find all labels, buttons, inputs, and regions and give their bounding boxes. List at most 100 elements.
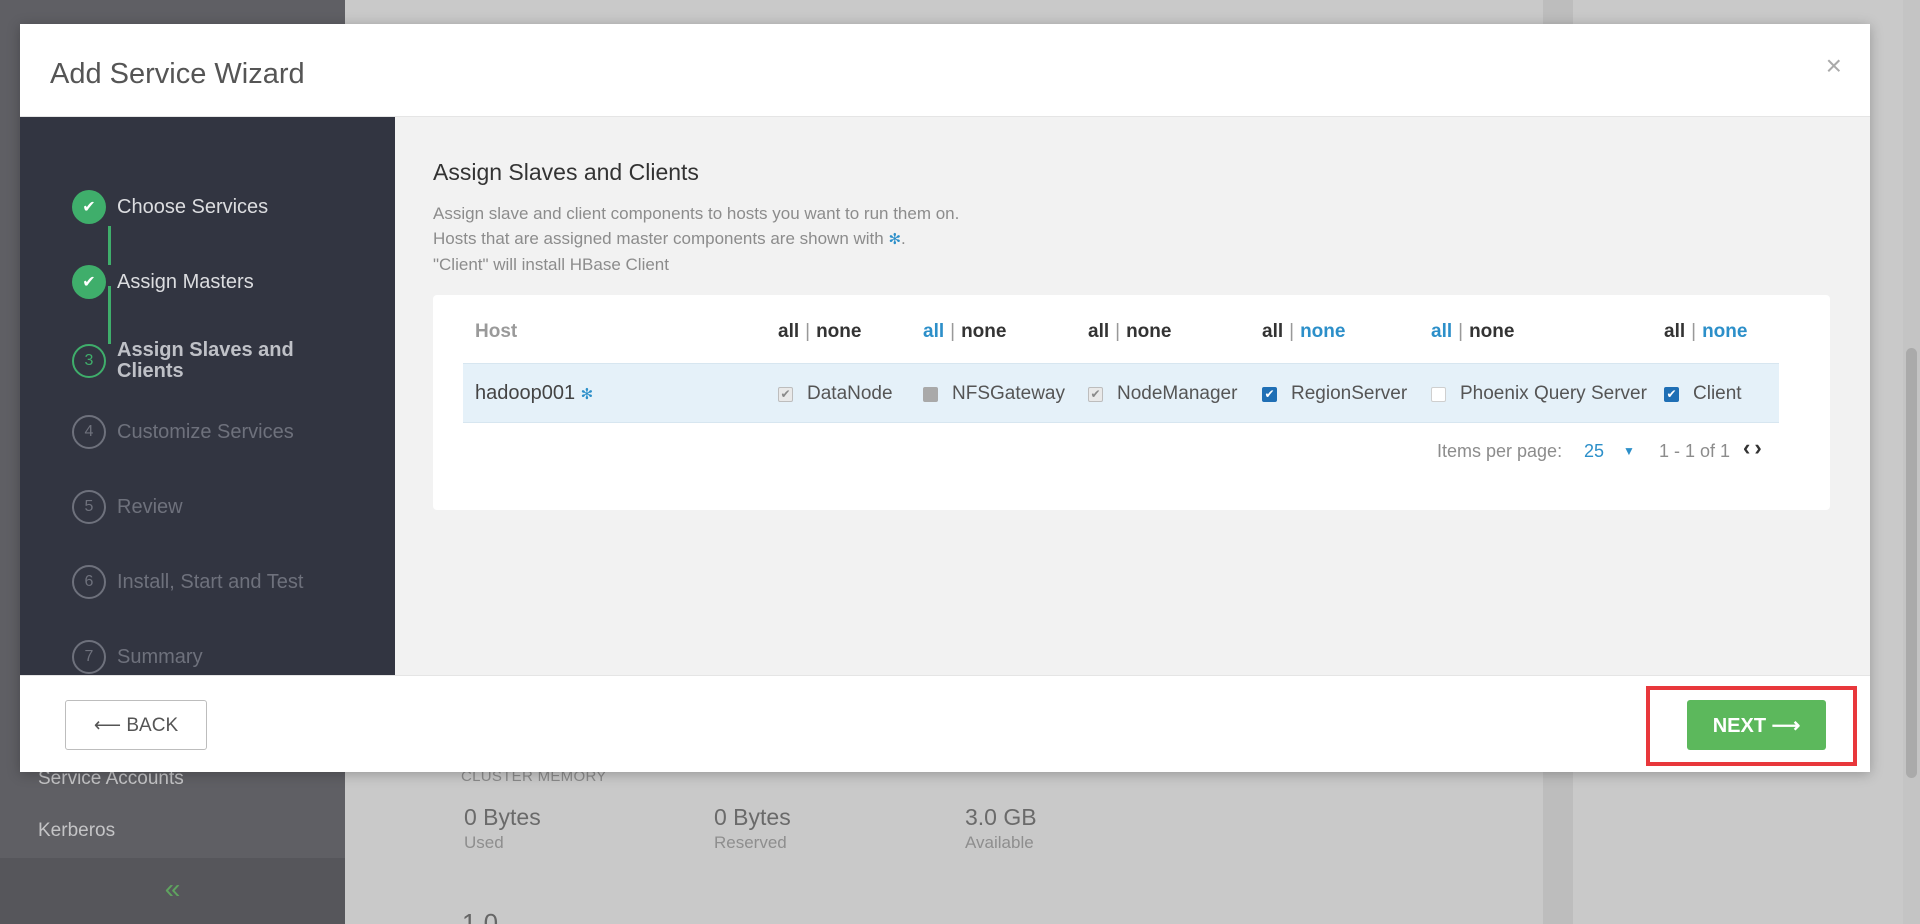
stat-label: Reserved [714,833,787,852]
description-line: "Client" will install HBase Client [433,255,669,274]
wizard-steps: ✔ Choose Services ✔ Assign Masters 3 Ass… [20,117,395,675]
cell-client: ✔ Client [1664,383,1742,405]
check-icon: ✔ [72,190,106,224]
regionserver-checkbox[interactable]: ✔ [1262,386,1277,402]
stat-label: Available [965,833,1034,852]
collapse-sidebar-icon[interactable]: « [0,858,345,924]
table-row: hadoop001 ✻ ✔ DataNode NFSGateway ✔ Node… [463,363,1779,423]
check-icon: ✔ [72,265,106,299]
add-service-wizard-modal: Add Service Wizard × ✔ Choose Services ✔… [20,24,1870,772]
next-page-icon[interactable]: › [1754,435,1761,460]
col-header-client: all | none [1664,321,1747,343]
host-column-header: Host [475,321,518,342]
separator: | [1289,321,1295,342]
nodemanager-checkbox[interactable]: ✔ [1088,386,1103,402]
separator: | [1458,321,1464,342]
wizard-content: Assign Slaves and Clients Assign slave a… [395,117,1870,675]
step-customize-services: 4 Customize Services [72,415,294,449]
step-label: Summary [117,645,203,668]
stat-value: 0 Bytes [714,804,791,830]
host-name: hadoop001 ✻ [475,382,593,405]
component-label: Phoenix Query Server [1460,383,1647,404]
stat-value: 0 Bytes [464,804,541,830]
cell-phoenix: Phoenix Query Server [1431,383,1647,405]
step-label: Choose Services [117,195,269,218]
modal-footer: ⟵ BACK NEXT ⟶ [20,675,1870,772]
select-all-link[interactable]: all [923,321,944,342]
pagination-arrows: ‹ › [1743,435,1762,461]
step-assign-slaves-clients[interactable]: 3 Assign Slaves and Clients [72,340,317,382]
select-all-link[interactable]: all [1664,321,1685,342]
step-label: Install, Start and Test [117,570,304,593]
step-install-start-test: 6 Install, Start and Test [72,565,303,599]
component-label: RegionServer [1291,383,1408,404]
step-assign-masters[interactable]: ✔ Assign Masters [72,265,254,299]
modal-header: Add Service Wizard × [20,24,1870,117]
stat-label: Used [464,833,504,852]
cell-datanode: ✔ DataNode [778,383,893,405]
col-header-nfsgateway: all | none [923,321,1006,343]
description-period: . [901,229,906,248]
host-name-text: hadoop001 [475,382,576,404]
stat-used: 0 Bytes Used [464,804,541,853]
items-per-page-select[interactable]: 25 ▼ [1584,441,1635,462]
select-none-link[interactable]: none [961,321,1006,342]
assign-table-panel: Host all | none all | none all | none all | none… [433,295,1830,510]
page-scrollbar[interactable] [1903,0,1920,924]
select-none-link[interactable]: none [1702,321,1747,342]
col-header-datanode: all | none [778,321,861,343]
next-button-highlight [1646,686,1857,766]
separator: | [1691,321,1697,342]
select-all-link[interactable]: all [1431,321,1452,342]
step-number: 3 [72,344,106,378]
description-text: Hosts that are assigned master component… [433,229,884,248]
close-icon[interactable]: × [1826,52,1842,80]
description-line: Assign slave and client components to ho… [433,204,960,223]
stat-value: 3.0 GB [965,804,1037,830]
dropdown-arrow-icon: ▼ [1623,444,1635,458]
col-header-nodemanager: all | none [1088,321,1171,343]
select-all-link[interactable]: all [778,321,799,342]
previous-page-icon[interactable]: ‹ [1743,435,1750,460]
modal-title: Add Service Wizard [50,58,305,90]
scrollbar-thumb[interactable] [1906,348,1917,778]
select-none-link[interactable]: none [1469,321,1514,342]
background-partial-value: 1.0 [462,908,499,924]
select-none-link[interactable]: none [1300,321,1345,342]
step-choose-services[interactable]: ✔ Choose Services [72,190,268,224]
component-label: Client [1693,383,1742,404]
select-none-link[interactable]: none [816,321,861,342]
component-label: NodeManager [1117,383,1238,404]
select-all-link[interactable]: all [1262,321,1283,342]
description-line: Hosts that are assigned master component… [433,226,959,252]
select-none-link[interactable]: none [1126,321,1171,342]
back-button[interactable]: ⟵ BACK [65,700,207,750]
cell-regionserver: ✔ RegionServer [1262,383,1407,405]
cell-nfsgateway: NFSGateway [923,383,1065,405]
page-title: Assign Slaves and Clients [433,159,699,185]
client-checkbox[interactable]: ✔ [1664,386,1679,402]
step-number: 7 [72,640,106,674]
nfsgateway-checkbox[interactable] [923,386,938,402]
step-label: Customize Services [117,420,294,443]
step-number: 6 [72,565,106,599]
step-number: 5 [72,490,106,524]
stat-available: 3.0 GB Available [965,804,1037,853]
sidebar-link-kerberos[interactable]: Kerberos [38,820,115,842]
component-label: NFSGateway [952,383,1065,404]
stat-reserved: 0 Bytes Reserved [714,804,791,853]
step-summary: 7 Summary [72,640,203,674]
master-star-icon: ✻ [888,231,902,248]
separator: | [950,321,956,342]
step-review: 5 Review [72,490,183,524]
step-connector [108,226,111,265]
step-label: Review [117,495,183,518]
col-header-regionserver: all | none [1262,321,1345,343]
select-all-link[interactable]: all [1088,321,1109,342]
page-description: Assign slave and client components to ho… [433,201,959,277]
separator: | [805,321,811,342]
phoenix-query-server-checkbox[interactable] [1431,386,1446,402]
datanode-checkbox[interactable]: ✔ [778,386,793,402]
separator: | [1115,321,1121,342]
step-label: Assign Slaves and Clients [117,339,294,382]
